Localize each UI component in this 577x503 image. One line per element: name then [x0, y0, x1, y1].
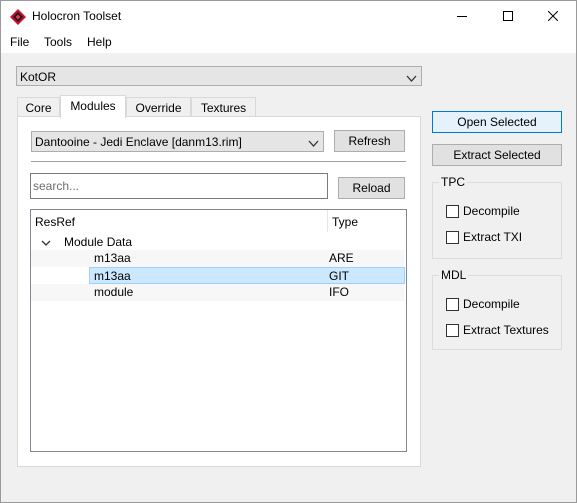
menu-file[interactable]: File [10, 35, 29, 49]
minimize-button[interactable] [439, 1, 485, 31]
row-type: IFO [329, 285, 349, 299]
main-window: Holocron Toolset File Tools Help KotOR C… [0, 0, 577, 503]
column-header-resref[interactable]: ResRef [35, 215, 75, 229]
module-select-value: Dantooine - Jedi Enclave [danm13.rim] [35, 135, 242, 149]
tab-modules[interactable]: Modules [60, 95, 126, 118]
row-resref: m13aa [94, 269, 131, 283]
row-resref: module [94, 285, 134, 299]
menu-help[interactable]: Help [87, 35, 112, 49]
checkbox-label: Decompile [463, 204, 520, 218]
tree-group-row[interactable]: Module Data [31, 234, 404, 251]
minimize-icon [457, 11, 467, 21]
maximize-button[interactable] [485, 1, 531, 31]
extract-selected-button[interactable]: Extract Selected [432, 144, 562, 166]
checkbox-label: Decompile [463, 297, 520, 311]
tree-header: ResRef Type [31, 210, 406, 232]
row-resref: m13aa [94, 251, 131, 265]
menu-tools[interactable]: Tools [44, 35, 72, 49]
checkbox-box[interactable] [446, 324, 459, 337]
separator [31, 161, 406, 162]
game-select-value: KotOR [20, 70, 57, 84]
search-field[interactable] [31, 174, 327, 198]
checkbox-label: Extract Textures [463, 323, 549, 337]
column-divider[interactable] [327, 210, 328, 232]
reload-button[interactable]: Reload [338, 177, 405, 199]
close-icon [548, 11, 558, 21]
title-bar[interactable]: Holocron Toolset [1, 1, 576, 31]
tpc-group-title: TPC [439, 175, 467, 189]
chevron-down-icon [308, 137, 319, 151]
tree-row[interactable]: m13aa ARE [31, 250, 404, 267]
chevron-down-icon[interactable] [41, 237, 51, 251]
modules-panel: Dantooine - Jedi Enclave [danm13.rim] Re… [17, 116, 421, 467]
tab-override[interactable]: Override [126, 97, 191, 117]
checkbox-box[interactable] [446, 205, 459, 218]
search-input[interactable] [30, 173, 328, 199]
checkbox-box[interactable] [446, 298, 459, 311]
tab-core[interactable]: Core [17, 97, 60, 117]
tab-textures[interactable]: Textures [191, 97, 256, 117]
checkbox-box[interactable] [446, 231, 459, 244]
tree-row[interactable]: module IFO [31, 284, 404, 301]
mdl-group-title: MDL [439, 268, 469, 282]
checkbox-label: Extract TXI [463, 230, 523, 244]
holocron-icon [10, 9, 26, 25]
module-select[interactable]: Dantooine - Jedi Enclave [danm13.rim] [31, 131, 324, 152]
menu-bar: File Tools Help [1, 31, 576, 53]
column-header-type[interactable]: Type [332, 215, 358, 229]
open-selected-button[interactable]: Open Selected [432, 111, 562, 133]
tree-group-label: Module Data [64, 235, 133, 249]
tpc-group: TPC Decompile Extract TXI [432, 175, 562, 259]
refresh-button[interactable]: Refresh [334, 130, 405, 152]
window-title: Holocron Toolset [32, 9, 122, 23]
row-type: ARE [329, 251, 354, 265]
chevron-down-icon [406, 72, 417, 86]
close-button[interactable] [530, 1, 576, 31]
game-select[interactable]: KotOR [16, 66, 422, 86]
maximize-icon [503, 11, 513, 21]
tree-row-selected[interactable]: m13aa GIT [89, 267, 405, 284]
mdl-group: MDL Decompile Extract Textures [432, 268, 562, 350]
resource-tree[interactable]: ResRef Type Module Data m13aa ARE m13aa … [30, 209, 407, 452]
row-type: GIT [329, 269, 349, 283]
